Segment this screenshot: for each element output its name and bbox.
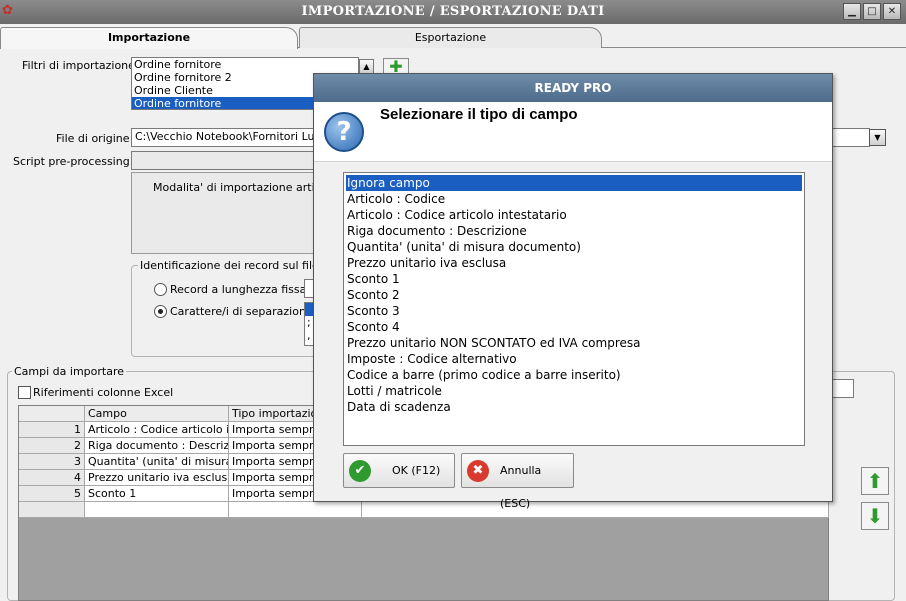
row-number: 5 (19, 486, 85, 502)
field-type-option[interactable]: Imposte : Codice alternativo (346, 351, 802, 367)
dialog-header: ? Selezionare il tipo di campo (314, 102, 832, 162)
field-type-option[interactable]: Quantita' (unita' di misura documento) (346, 239, 802, 255)
dialog-heading: Selezionare il tipo di campo (380, 106, 578, 123)
field-type-option[interactable]: Sconto 2 (346, 287, 802, 303)
row-number: 1 (19, 422, 85, 438)
script-input[interactable] (131, 151, 315, 170)
radio-separator-label: Carattere/i di separazione (170, 305, 313, 318)
close-icon: ✖ (467, 460, 489, 482)
row-campo[interactable] (85, 502, 229, 518)
app-icon[interactable]: ✿ (2, 3, 16, 19)
row-campo[interactable]: Sconto 1 (85, 486, 229, 502)
ok-button-label: OK (F12) (392, 464, 441, 477)
cancel-button-label: Annulla (ESC) (500, 464, 542, 510)
row-campo[interactable]: Quantita' (unita' di misura ... (85, 454, 229, 470)
window-title: IMPORTAZIONE / ESPORTAZIONE DATI (301, 4, 605, 19)
radio-fixed-length-label: Record a lunghezza fissa (170, 283, 307, 296)
cancel-button[interactable]: ✖ Annulla (ESC) (461, 453, 574, 510)
fields-group-title: Campi da importare (12, 365, 126, 378)
field-type-option[interactable]: Prezzo unitario NON SCONTATO ed IVA comp… (346, 335, 802, 351)
arrow-down-icon: ⬇ (866, 504, 884, 528)
move-down-button[interactable]: ⬇ (861, 502, 889, 530)
row-campo[interactable]: Prezzo unitario iva esclusa (85, 470, 229, 486)
field-type-option[interactable]: Articolo : Codice articolo intestatario (346, 207, 802, 223)
ok-button[interactable]: ✔ OK (F12) (343, 453, 455, 488)
field-type-option[interactable]: Lotti / matricole (346, 383, 802, 399)
filters-label: Filtri di importazione : (22, 59, 143, 72)
question-icon: ? (324, 112, 364, 152)
field-type-option[interactable]: Riga documento : Descrizione (346, 223, 802, 239)
field-type-option[interactable]: Sconto 4 (346, 319, 802, 335)
source-file-label: File di origine : (56, 132, 137, 145)
move-up-button[interactable]: ⬆ (861, 467, 889, 495)
field-type-option[interactable]: Articolo : Codice (346, 191, 802, 207)
row-tipo[interactable] (229, 502, 362, 518)
close-button[interactable]: ✕ (883, 3, 901, 20)
minimize-button[interactable]: ▁ (843, 3, 861, 20)
field-type-option[interactable]: Prezzo unitario iva esclusa (346, 255, 802, 271)
row-campo[interactable]: Riga documento : Descrizi (85, 438, 229, 454)
check-icon: ✔ (349, 460, 371, 482)
tab-importazione[interactable]: Importazione (0, 27, 298, 49)
chevron-down-icon: ▼ (874, 133, 881, 142)
field-type-option[interactable]: Data di scadenza (346, 399, 802, 415)
grid-header-num (19, 406, 85, 422)
field-type-list[interactable]: Ignora campo Articolo : Codice Articolo … (343, 172, 805, 446)
filter-item[interactable]: Ordine fornitore (132, 58, 358, 71)
row-number: 4 (19, 470, 85, 486)
field-type-option[interactable]: Sconto 1 (346, 271, 802, 287)
filters-scroll-up-button[interactable]: ▲ (359, 59, 374, 74)
arrow-up-icon: ⬆ (866, 469, 884, 493)
radio-separator[interactable] (154, 305, 167, 318)
radio-fixed-length[interactable] (154, 283, 167, 296)
window-title-bar: IMPORTAZIONE / ESPORTAZIONE DATI (0, 0, 906, 24)
source-file-input-tail[interactable] (830, 128, 870, 147)
dialog-title: READY PRO (314, 74, 832, 102)
field-type-option[interactable]: Codice a barre (primo codice a barre ins… (346, 367, 802, 383)
tab-esportazione[interactable]: Esportazione (299, 27, 602, 48)
table-row-empty[interactable] (19, 502, 829, 518)
row-number: 2 (19, 438, 85, 454)
row-campo[interactable]: Articolo : Codice articolo i... (85, 422, 229, 438)
maximize-button[interactable]: □ (863, 3, 881, 20)
fields-aux-input[interactable] (830, 379, 854, 398)
source-file-dropdown-button[interactable]: ▼ (869, 129, 886, 146)
grid-header-campo[interactable]: Campo (85, 406, 229, 422)
script-label: Script pre-processing : (13, 155, 137, 168)
field-type-option[interactable]: Sconto 3 (346, 303, 802, 319)
row-number: 3 (19, 454, 85, 470)
excel-refs-checkbox[interactable] (18, 386, 31, 399)
row-number (19, 502, 85, 518)
row-extra[interactable] (362, 502, 829, 518)
excel-refs-label: Riferimenti colonne Excel (33, 386, 174, 399)
source-file-input[interactable]: C:\Vecchio Notebook\Fornitori Lumi\E (131, 128, 317, 147)
field-type-dialog: READY PRO ? Selezionare il tipo di campo… (313, 73, 833, 510)
field-type-option-selected[interactable]: Ignora campo (346, 175, 802, 191)
